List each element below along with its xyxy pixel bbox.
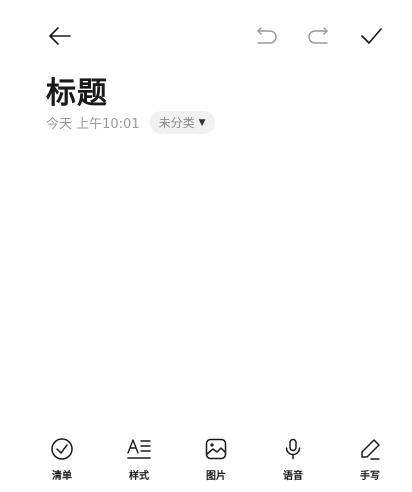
microphone-icon — [285, 438, 301, 460]
checkmark-icon — [361, 28, 382, 44]
voice-button[interactable]: 语音 — [265, 436, 321, 482]
redo-icon — [308, 27, 328, 44]
note-meta: 今天 上午10:01 未分类 ▼ — [46, 111, 215, 134]
note-date: 今天 上午10:01 — [46, 117, 140, 132]
top-bar — [0, 0, 412, 70]
text-style-label: 样式 — [129, 471, 149, 482]
note-title[interactable]: 标题 — [46, 68, 108, 112]
done-button[interactable] — [357, 24, 385, 48]
undo-icon — [257, 27, 277, 44]
caret-down-icon: ▼ — [198, 117, 206, 128]
checklist-label: 清单 — [52, 471, 72, 482]
text-style-icon — [127, 439, 151, 459]
image-label: 图片 — [206, 471, 226, 482]
category-selector[interactable]: 未分类 ▼ — [149, 111, 215, 134]
pen-icon — [361, 439, 380, 460]
back-button[interactable] — [46, 24, 74, 48]
text-style-button[interactable]: 样式 — [111, 436, 167, 482]
handwriting-button[interactable]: 手写 — [342, 436, 398, 482]
redo-button[interactable] — [305, 24, 331, 48]
arrow-left-icon — [49, 27, 71, 45]
image-icon — [205, 438, 227, 460]
voice-label: 语音 — [283, 471, 303, 482]
image-button[interactable]: 图片 — [188, 436, 244, 482]
checklist-icon — [51, 438, 73, 460]
checklist-button[interactable]: 清单 — [34, 436, 90, 482]
category-label: 未分类 — [158, 116, 195, 130]
handwriting-label: 手写 — [360, 471, 380, 482]
bottom-toolbar: 清单 样式 图片 语音 手写 — [0, 436, 412, 492]
undo-button[interactable] — [254, 24, 280, 48]
